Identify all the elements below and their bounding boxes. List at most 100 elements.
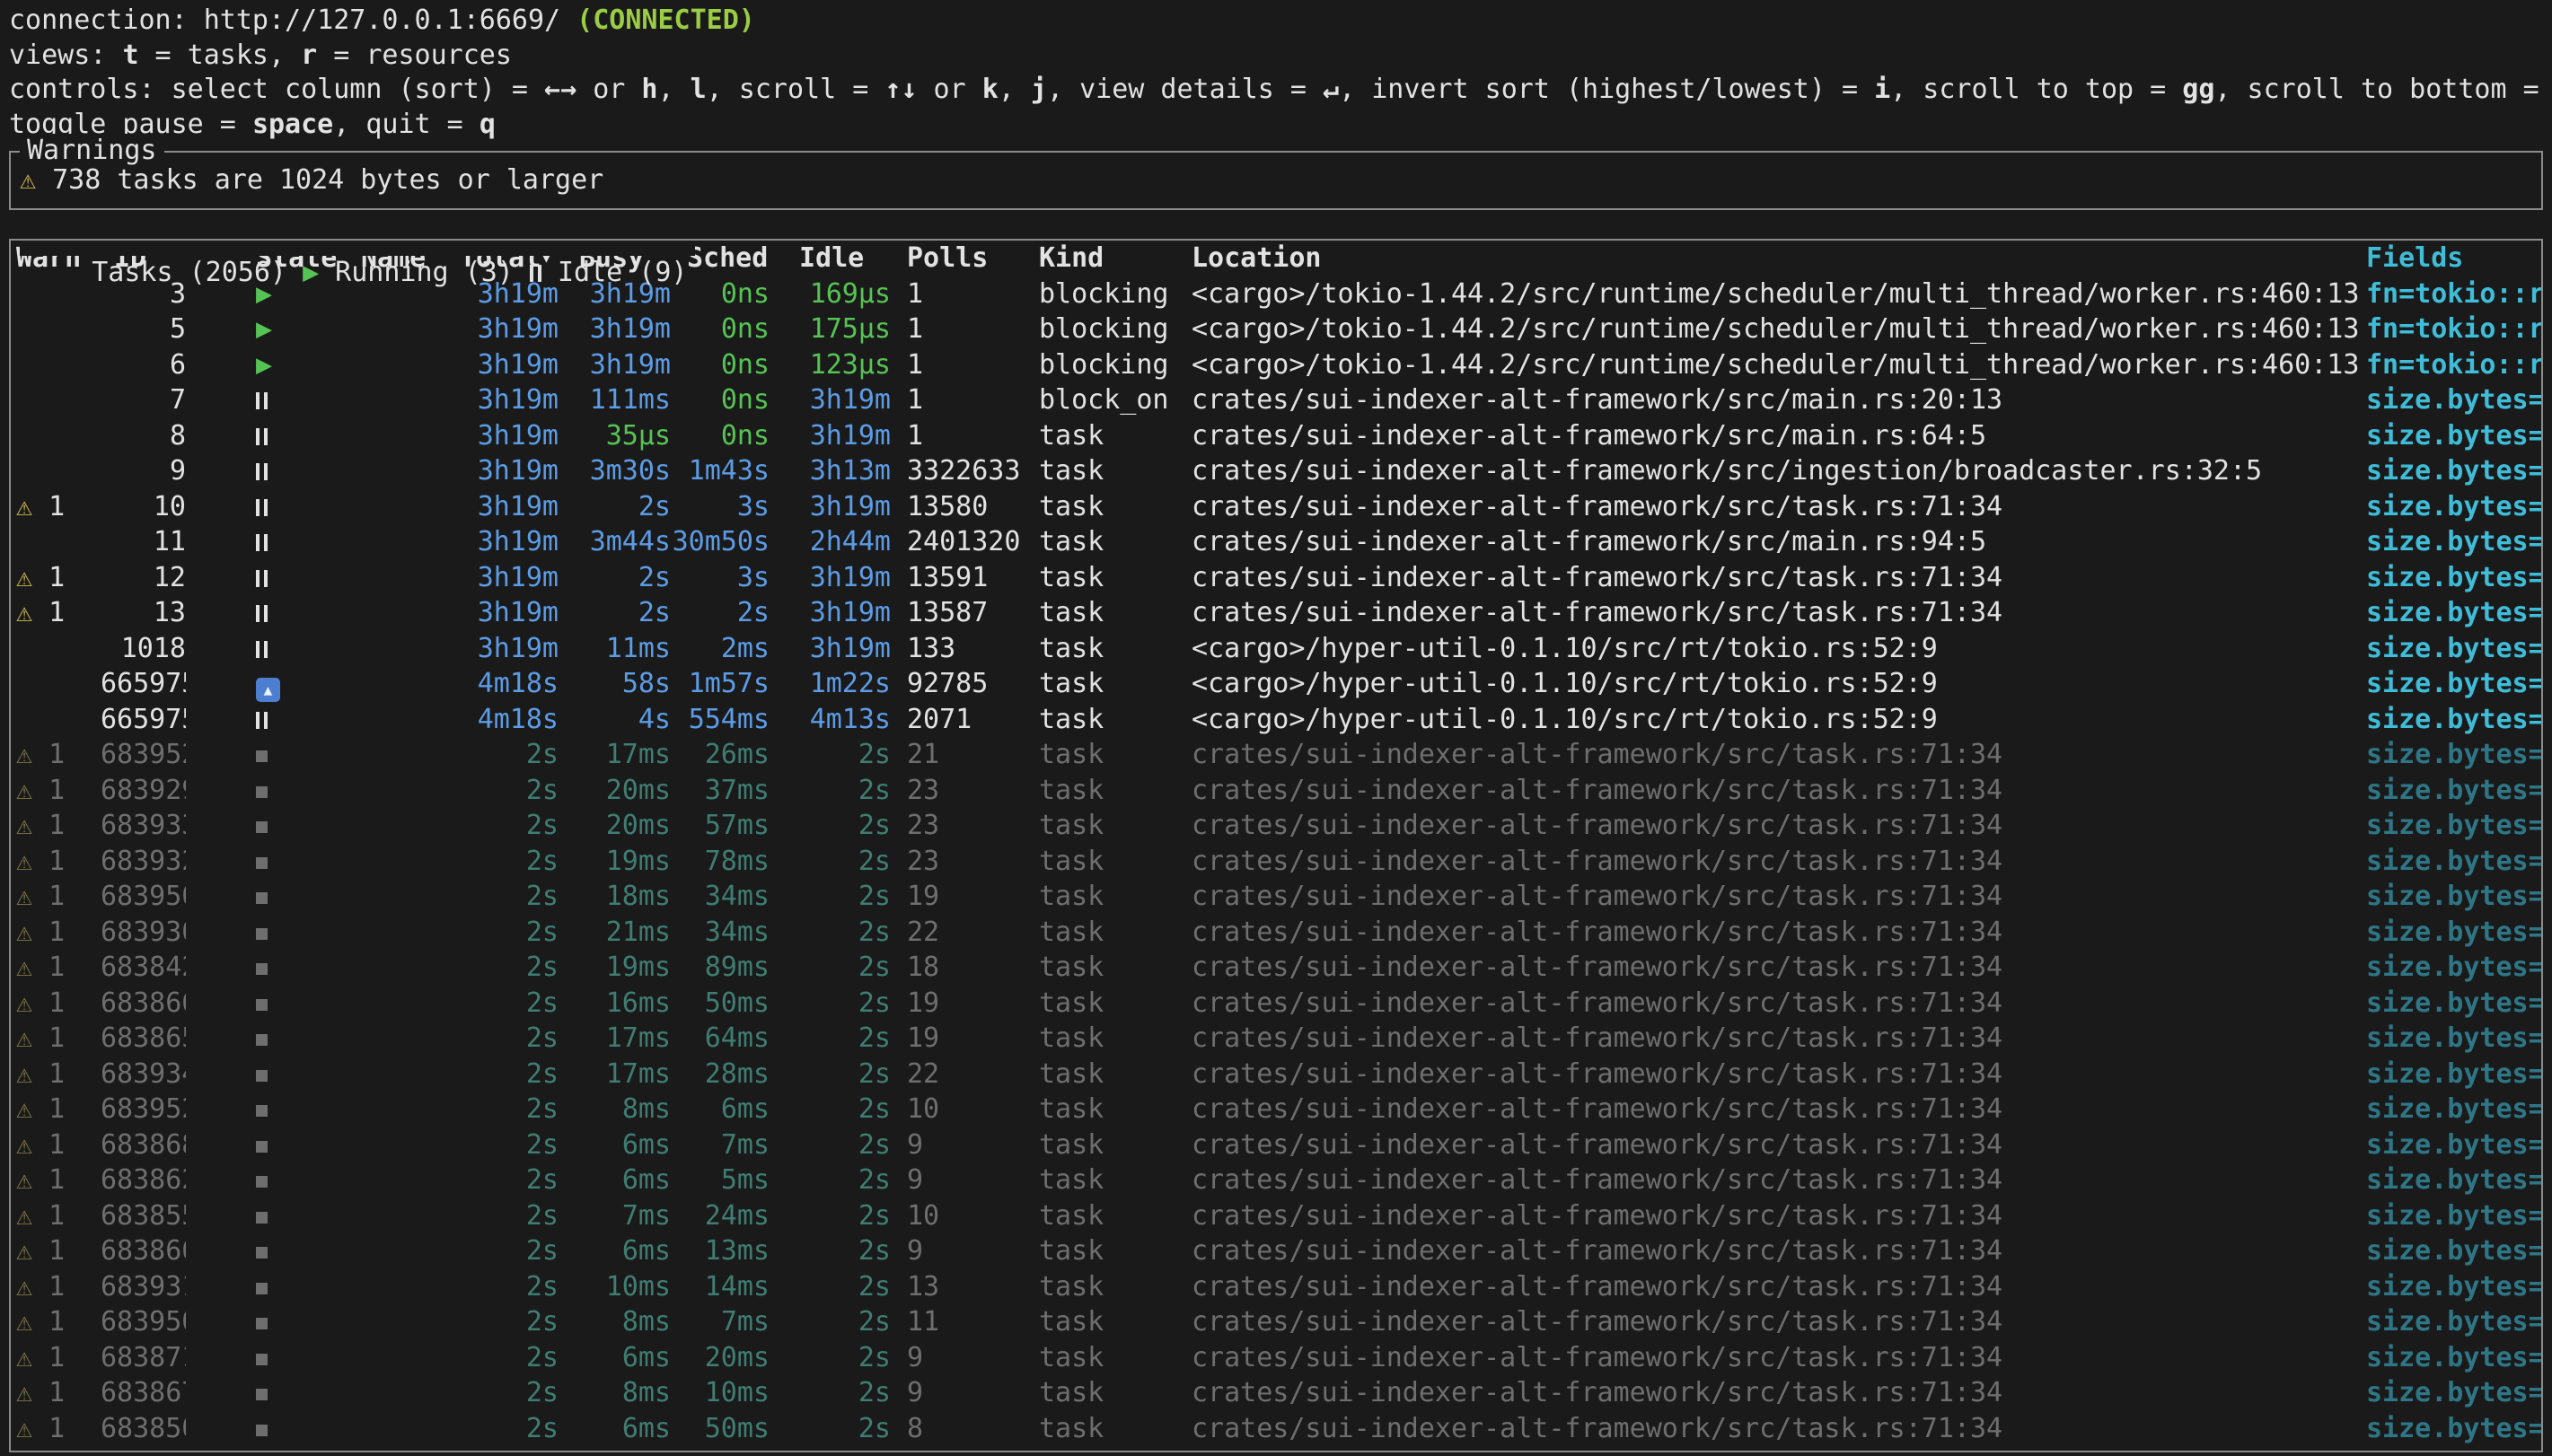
task-row-10[interactable]: ⚠ 1103h19m2s3s3h19m13580taskcrates/sui-i… [11,489,2541,525]
task-row-9[interactable]: 93h19m3m30s1m43s3h13m3322633taskcrates/s… [11,453,2541,489]
cell-total: 2s [460,844,559,880]
task-row-6659752[interactable]: 6659752▲4m18s58s1m57s1m22s92785task<carg… [11,666,2541,702]
cell-id: 6839344 [101,1057,186,1092]
warn-count: 1 [32,739,65,770]
cell-state [186,737,361,773]
task-row-6839521[interactable]: ⚠ 168395212s8ms6ms2s10taskcrates/sui-ind… [11,1092,2541,1127]
cell-sched: 10ms [671,1375,770,1411]
cell-fields: size.bytes= [2359,737,2541,773]
idle-count-label: Idle (9) [541,257,688,288]
cell-fields: size.bytes= [2359,986,2541,1022]
warning-icon: ⚠ [16,917,32,948]
woken-icon: ▲ [256,678,280,702]
cell-total: 4m18s [460,702,559,738]
cell-polls: 13580 [891,489,1030,525]
warning-icon: ⚠ [16,1058,32,1090]
help-text: r [301,39,317,71]
task-row-6839329[interactable]: ⚠ 168393292s19ms78ms2s23taskcrates/sui-i… [11,844,2541,880]
task-row-1018[interactable]: 10183h19m11ms2ms3h19m133task<cargo>/hype… [11,631,2541,667]
column-header-idle[interactable]: Idle [770,241,891,276]
task-row-6839509[interactable]: ⚠ 168395092s8ms7ms2s11taskcrates/sui-ind… [11,1304,2541,1340]
column-header-kind[interactable]: Kind [1030,241,1192,276]
task-row-6838684[interactable]: ⚠ 168386842s6ms7ms2s9taskcrates/sui-inde… [11,1127,2541,1163]
cell-warn: ⚠ 1 [11,1092,101,1127]
column-header-polls[interactable]: Polls [891,241,1030,276]
task-row-6839333[interactable]: ⚠ 168393332s20ms57ms2s23taskcrates/sui-i… [11,808,2541,844]
cell-warn: ⚠ 1 [11,986,101,1022]
task-row-6838428[interactable]: ⚠ 168384282s19ms89ms2s18taskcrates/sui-i… [11,950,2541,986]
task-row-6838626[interactable]: ⚠ 168386262s6ms5ms2s9taskcrates/sui-inde… [11,1162,2541,1198]
cell-kind: task [1030,1021,1192,1057]
task-row-6838554[interactable]: ⚠ 168385542s7ms24ms2s10taskcrates/sui-in… [11,1198,2541,1234]
warn-count: 1 [32,1413,65,1444]
task-row-6839526[interactable]: ⚠ 168395262s17ms26ms2s21taskcrates/sui-i… [11,737,2541,773]
cell-warn: ⚠ 1 [11,1340,101,1376]
task-row-6659753[interactable]: 66597534m18s4s554ms4m13s2071task<cargo>/… [11,702,2541,738]
help-text: , [657,74,690,105]
help-text: , [999,74,1031,105]
column-header-location[interactable]: Location [1192,241,2359,276]
cell-kind: blocking [1030,311,1192,347]
cell-id: 1018 [101,631,186,667]
cell-fields: size.bytes= [2359,489,2541,525]
warning-icon: ⚠ [16,491,32,522]
cell-idle: 2s [770,879,891,915]
task-row-6[interactable]: 6▶3h19m3h19m0ns123µs1blocking<cargo>/tok… [11,347,2541,383]
task-row-6838661[interactable]: ⚠ 168386612s16ms50ms2s19taskcrates/sui-i… [11,986,2541,1022]
task-row-5[interactable]: 5▶3h19m3h19m0ns175µs1blocking<cargo>/tok… [11,311,2541,347]
cell-fields: size.bytes= [2359,453,2541,489]
task-row-6838659[interactable]: ⚠ 168386592s17ms64ms2s19taskcrates/sui-i… [11,1021,2541,1057]
cell-warn: ⚠ 1 [11,879,101,915]
task-row-6839301[interactable]: ⚠ 168393012s21ms34ms2s22taskcrates/sui-i… [11,915,2541,951]
help-text: t [122,39,138,71]
cell-idle: 2s [770,1375,891,1411]
cell-fields: size.bytes= [2359,808,2541,844]
cell-sched: 34ms [671,915,770,951]
cell-sched: 37ms [671,773,770,809]
task-row-6839344[interactable]: ⚠ 168393442s17ms28ms2s22taskcrates/sui-i… [11,1057,2541,1092]
cell-sched: 1m57s [671,666,770,702]
help-text: , scroll to top = [1890,74,2182,105]
stopped-icon [256,1318,268,1329]
cell-location: <cargo>/tokio-1.44.2/src/runtime/schedul… [1192,276,2359,312]
cell-sched: 14ms [671,1269,770,1305]
cell-sched: 3s [671,560,770,596]
cell-location: <cargo>/tokio-1.44.2/src/runtime/schedul… [1192,347,2359,383]
task-row-6838674[interactable]: ⚠ 168386742s8ms10ms2s9taskcrates/sui-ind… [11,1375,2541,1411]
help-text: j [1031,74,1047,105]
help-text: views: [9,39,122,71]
cell-total: 3h19m [460,489,559,525]
task-row-7[interactable]: 73h19m111ms0ns3h19m1block_oncrates/sui-i… [11,382,2541,418]
help-text: , scroll to bottom = [2214,74,2552,105]
task-row-6839508[interactable]: ⚠ 168395082s18ms34ms2s19taskcrates/sui-i… [11,879,2541,915]
cell-total: 3h19m [460,595,559,631]
cell-total: 3h19m [460,311,559,347]
cell-sched: 0ns [671,311,770,347]
cell-total: 2s [460,1340,559,1376]
task-row-6838664[interactable]: ⚠ 168386642s6ms13ms2s9taskcrates/sui-ind… [11,1233,2541,1269]
warn-count: 1 [32,1306,65,1338]
cell-total: 2s [460,1092,559,1127]
help-text: connection: http://127.0.0.1:6669/ [9,4,576,36]
cell-idle: 3h19m [770,382,891,418]
task-row-8[interactable]: 83h19m35µs0ns3h19m1taskcrates/sui-indexe… [11,418,2541,454]
cell-idle: 2s [770,1127,891,1163]
cell-polls: 2071 [891,702,1030,738]
task-row-6838714[interactable]: ⚠ 168387142s6ms20ms2s9taskcrates/sui-ind… [11,1340,2541,1376]
cell-kind: task [1030,631,1192,667]
column-header-fields[interactable]: Fields [2359,241,2541,276]
task-row-6838502[interactable]: ⚠ 168385022s6ms50ms2s8taskcrates/sui-ind… [11,1411,2541,1447]
cell-warn: ⚠ 1 [11,1162,101,1198]
cell-total: 2s [460,1304,559,1340]
task-row-6839290[interactable]: ⚠ 168392902s20ms37ms2s23taskcrates/sui-i… [11,773,2541,809]
task-row-12[interactable]: ⚠ 1123h19m2s3s3h19m13591taskcrates/sui-i… [11,560,2541,596]
task-row-13[interactable]: ⚠ 1133h19m2s2s3h19m13587taskcrates/sui-i… [11,595,2541,631]
cell-sched: 5ms [671,1162,770,1198]
cell-total: 3h19m [460,418,559,454]
task-row-11[interactable]: 113h19m3m44s30m50s2h44m2401320taskcrates… [11,524,2541,560]
cell-fields: size.bytes= [2359,666,2541,702]
warning-icon: ⚠ [16,881,32,912]
help-text-block: connection: http://127.0.0.1:6669/ (CONN… [0,0,2552,142]
cell-location: crates/sui-indexer-alt-framework/src/tas… [1192,844,2359,880]
task-row-6839311[interactable]: ⚠ 168393112s10ms14ms2s13taskcrates/sui-i… [11,1269,2541,1305]
